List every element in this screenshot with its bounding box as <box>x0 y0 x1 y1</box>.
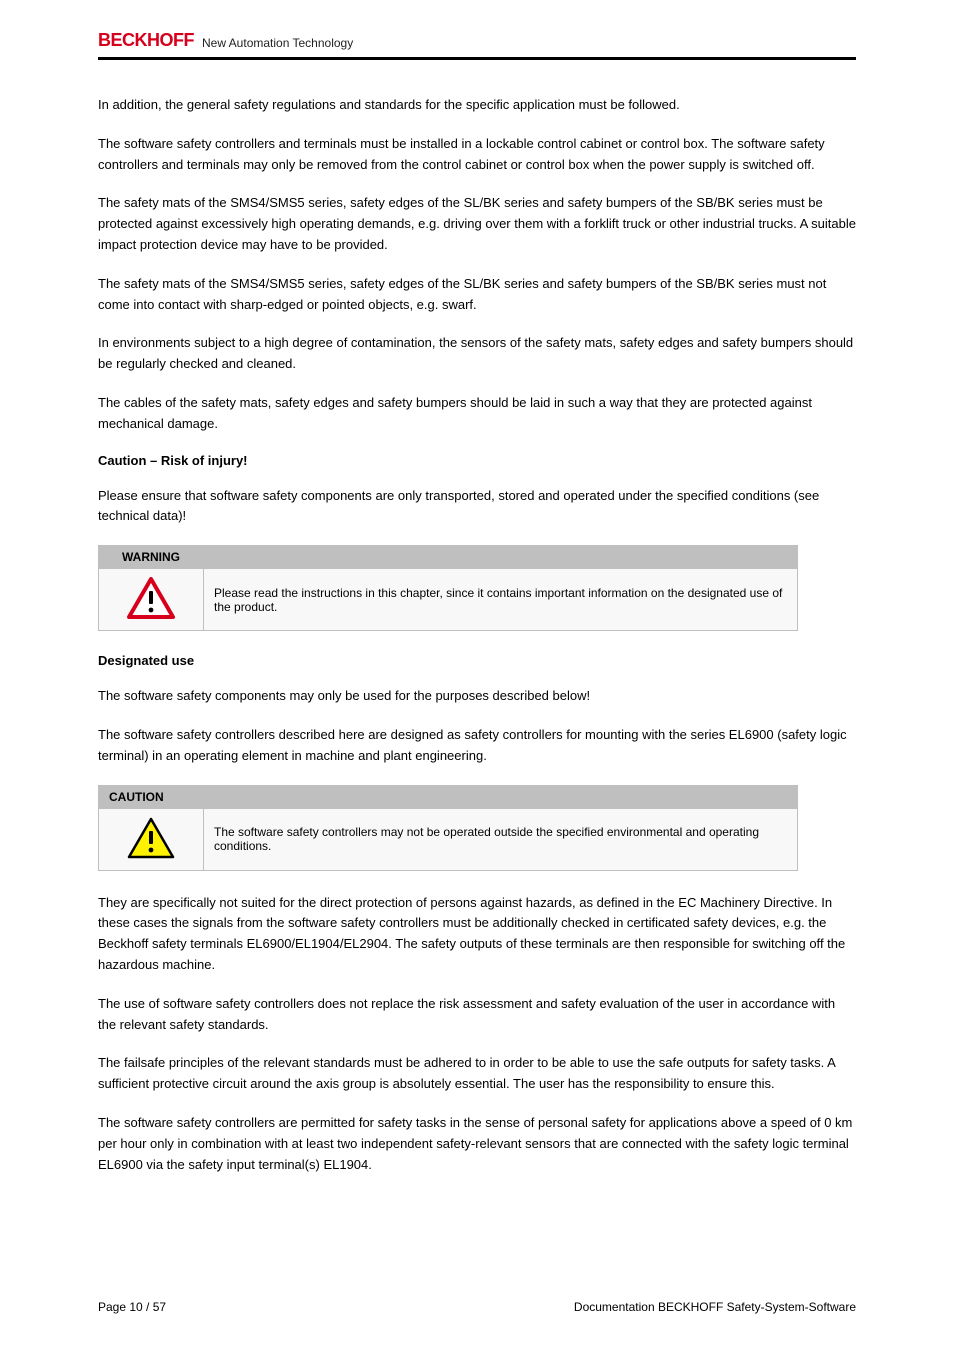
body-para-12: The failsafe principles of the relevant … <box>98 1053 856 1095</box>
body-para-2: The software safety controllers and term… <box>98 134 856 176</box>
warning-head-left: WARNING <box>99 546 204 569</box>
warning-table: WARNING Please read the instructions in … <box>98 545 798 631</box>
warning-triangle-red-icon <box>127 577 175 619</box>
brand-name: BECKHOFF <box>98 30 194 51</box>
heading-caution: Caution – Risk of injury! <box>98 453 856 468</box>
body-para-10: They are specifically not suited for the… <box>98 893 856 976</box>
body-para-5: In environments subject to a high degree… <box>98 333 856 375</box>
body-para-4: The safety mats of the SMS4/SMS5 series,… <box>98 274 856 316</box>
page-footer: Page 10 / 57 Documentation BECKHOFF Safe… <box>98 1300 856 1314</box>
page-content: In addition, the general safety regulati… <box>98 95 856 1193</box>
body-para-8: The software safety components may only … <box>98 686 856 707</box>
body-para-3: The safety mats of the SMS4/SMS5 series,… <box>98 193 856 255</box>
heading-designated-use: Designated use <box>98 653 856 668</box>
body-para-6: The cables of the safety mats, safety ed… <box>98 393 856 435</box>
footer-page-number: Page 10 / 57 <box>98 1300 166 1314</box>
brand-tagline: New Automation Technology <box>202 36 353 50</box>
body-para-7: Please ensure that software safety compo… <box>98 486 856 528</box>
warning-icon-cell <box>99 569 204 631</box>
page-header: BECKHOFF New Automation Technology <box>98 30 856 60</box>
body-para-13: The software safety controllers are perm… <box>98 1113 856 1175</box>
caution-head: CAUTION <box>99 785 798 808</box>
warning-body-text: Please read the instructions in this cha… <box>204 569 798 631</box>
caution-icon-cell <box>99 808 204 870</box>
body-para-11: The use of software safety controllers d… <box>98 994 856 1036</box>
body-para-9: The software safety controllers describe… <box>98 725 856 767</box>
caution-table: CAUTION The software safety controllers … <box>98 785 798 871</box>
body-para-1: In addition, the general safety regulati… <box>98 95 856 116</box>
warning-triangle-yellow-icon <box>127 817 175 859</box>
caution-body-text: The software safety controllers may not … <box>204 808 798 870</box>
footer-doc-title: Documentation BECKHOFF Safety-System-Sof… <box>574 1300 856 1314</box>
warning-head-right <box>204 546 798 569</box>
